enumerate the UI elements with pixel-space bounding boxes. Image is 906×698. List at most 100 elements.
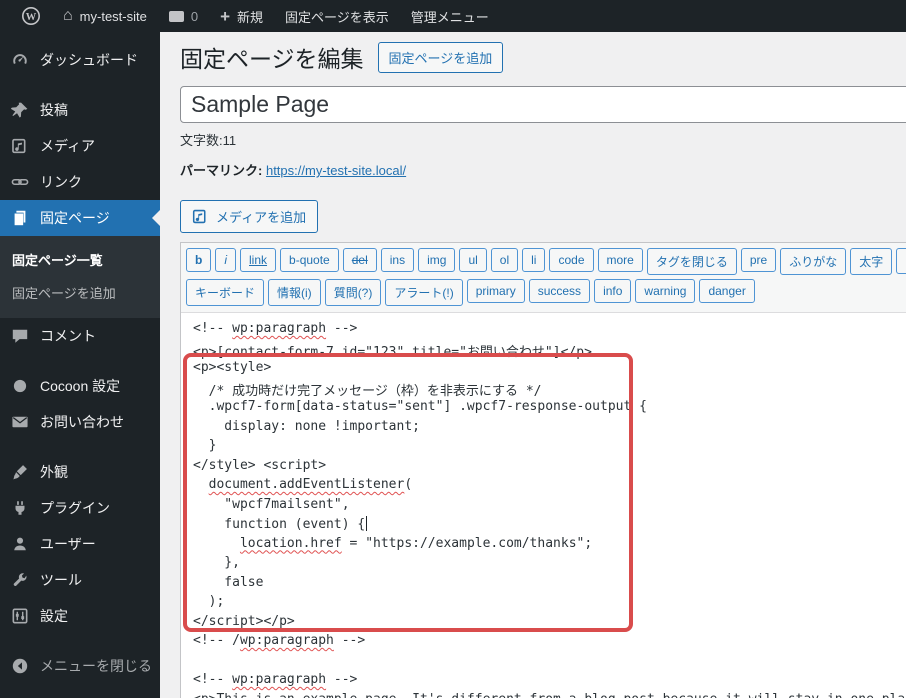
wordpress-logo-icon[interactable]: W bbox=[10, 0, 52, 32]
circle-icon bbox=[10, 376, 30, 396]
pages-icon bbox=[10, 208, 30, 228]
sidebar-item-pages[interactable]: 固定ページ bbox=[0, 200, 160, 236]
spellcheck-underline: wp:paragraph bbox=[232, 672, 327, 687]
collapse-icon bbox=[10, 656, 30, 676]
admin-bar-comments[interactable]: 0 bbox=[158, 0, 209, 32]
sidebar-item-label: 固定ページ bbox=[40, 210, 110, 226]
quicktag-button-clipped[interactable] bbox=[896, 248, 906, 274]
quicktag-button-質問(?)[interactable]: 質問(?) bbox=[324, 279, 382, 306]
quicktag-button-ol[interactable]: ol bbox=[490, 248, 519, 272]
admin-bar-new[interactable]: + 新規 bbox=[209, 0, 274, 32]
quicktag-button-i[interactable]: i bbox=[215, 248, 237, 272]
editor-line: "wpcf7mailsent", bbox=[193, 496, 350, 512]
quicktag-button-code[interactable]: code bbox=[549, 248, 594, 272]
quicktag-button-タグを閉じる[interactable]: タグを閉じる bbox=[646, 248, 737, 275]
toolbar-row-1: b i link b-quote del ins img ul ol li code more タグを閉… bbox=[186, 246, 906, 277]
editor-line: <!-- wp:paragraph --> bbox=[193, 321, 358, 336]
brush-icon bbox=[10, 462, 30, 482]
quicktag-button-ul[interactable]: ul bbox=[459, 248, 487, 272]
editor-line: </style> <script> bbox=[193, 457, 327, 473]
editor-line: display: none !important; bbox=[193, 418, 420, 434]
admin-bar: W ⌂ my-test-site 0 + 新規 固定ページを表示 管理メニュー bbox=[0, 0, 906, 32]
editor-line: ); bbox=[193, 594, 225, 609]
dashboard-icon bbox=[10, 50, 30, 70]
sidebar-item-pushpin[interactable]: 投稿 bbox=[0, 92, 160, 128]
sidebar-item-settings[interactable]: 設定 bbox=[0, 598, 160, 634]
sidebar-item-plug[interactable]: プラグイン bbox=[0, 490, 160, 526]
plug-icon bbox=[10, 498, 30, 518]
admin-sidebar: ダッシュボード 投稿 メディアリンク固定ページ固定ページ一覧 固定ページを追加コメント… bbox=[0, 32, 160, 698]
quicktag-button-情報(i)[interactable]: 情報(i) bbox=[268, 279, 321, 306]
quicktag-button-li[interactable]: li bbox=[522, 248, 546, 272]
permalink-link[interactable]: https://my-test-site.local/ bbox=[266, 163, 406, 178]
quicktag-button-info[interactable]: info bbox=[594, 279, 632, 303]
quicktag-button-ふりがな[interactable]: ふりがな bbox=[780, 248, 847, 275]
sidebar-item-user[interactable]: ユーザー bbox=[0, 526, 160, 562]
links-icon bbox=[10, 172, 30, 192]
editor-textarea[interactable]: <!-- wp:paragraph --> <p>[contact-form-7 … bbox=[181, 313, 906, 698]
submenu-item[interactable]: 固定ページ一覧 bbox=[0, 243, 160, 276]
sidebar-item-label: Cocoon 設定 bbox=[40, 378, 121, 394]
sidebar-item-links[interactable]: リンク bbox=[0, 164, 160, 200]
quicktag-button-link[interactable]: link bbox=[240, 248, 277, 272]
sidebar-item-label: プラグイン bbox=[40, 500, 110, 516]
media-icon bbox=[10, 136, 30, 156]
sidebar-item-label: コメント bbox=[40, 328, 96, 344]
sidebar-item-wrench[interactable]: ツール bbox=[0, 562, 160, 598]
editor-line: .wpcf7-form[data-status="sent"] .wpcf7-r… bbox=[193, 399, 647, 414]
sidebar-item-label: ツール bbox=[40, 572, 82, 588]
editor-line: } bbox=[193, 438, 217, 453]
admin-bar-site-menu[interactable]: ⌂ my-test-site bbox=[52, 0, 158, 32]
editor-line: <p>[contact-form-7 id="123" title="お問い合わ… bbox=[193, 344, 592, 360]
sidebar-item-label: お問い合わせ bbox=[40, 414, 124, 430]
admin-menu-label: 管理メニュー bbox=[410, 9, 489, 25]
post-title-input[interactable] bbox=[180, 86, 906, 123]
admin-bar-admin-menu[interactable]: 管理メニュー bbox=[400, 0, 500, 32]
new-label: 新規 bbox=[237, 9, 264, 25]
sidebar-item-label: ユーザー bbox=[40, 536, 96, 552]
permalink-label: パーマリンク: bbox=[180, 163, 263, 178]
spellcheck-underline: document.addEventListener bbox=[208, 477, 405, 492]
quicktag-button-del[interactable]: del bbox=[342, 248, 377, 272]
quicktag-button-warning[interactable]: warning bbox=[635, 279, 696, 303]
sidebar-item-label: リンク bbox=[40, 174, 82, 190]
quicktag-button-b-quote[interactable]: b-quote bbox=[280, 248, 339, 272]
quicktag-button-太字[interactable]: 太字 bbox=[850, 248, 893, 275]
quicktag-button-pre[interactable]: pre bbox=[740, 248, 777, 272]
sidebar-item-label: メニューを閉じる bbox=[40, 658, 152, 674]
quicktag-button-img[interactable]: img bbox=[418, 248, 456, 272]
sidebar-item-label: 外観 bbox=[40, 464, 68, 480]
editor-line: <p><style> bbox=[193, 360, 272, 375]
quicktag-button-success[interactable]: success bbox=[528, 279, 591, 303]
sidebar-item-dashboard[interactable]: ダッシュボード bbox=[0, 42, 160, 78]
quicktag-button-アラート(!)[interactable]: アラート(!) bbox=[385, 279, 463, 306]
admin-bar-view-page[interactable]: 固定ページを表示 bbox=[274, 0, 400, 32]
add-page-button[interactable]: 固定ページを追加 bbox=[377, 41, 504, 73]
site-name: my-test-site bbox=[79, 8, 147, 24]
sidebar-item-comment[interactable]: コメント bbox=[0, 318, 160, 354]
sidebar-item-collapse[interactable]: メニューを閉じる bbox=[0, 648, 160, 684]
quicktag-button-more[interactable]: more bbox=[597, 248, 643, 272]
page-title: 固定ページを編集 bbox=[180, 46, 364, 72]
permalink-row: パーマリンク: https://my-test-site.local/ bbox=[180, 160, 906, 179]
quicktag-button-danger[interactable]: danger bbox=[699, 279, 755, 303]
quicktag-button-b[interactable]: b bbox=[186, 248, 212, 272]
quicktag-button-キーボード[interactable]: キーボード bbox=[186, 279, 265, 306]
sidebar-item-envelope[interactable]: お問い合わせ bbox=[0, 404, 160, 440]
sidebar-item-media[interactable]: メディア bbox=[0, 128, 160, 164]
pages-submenu: 固定ページ一覧 固定ページを追加 bbox=[0, 236, 160, 318]
home-icon: ⌂ bbox=[63, 7, 73, 24]
submenu-item[interactable]: 固定ページを追加 bbox=[0, 276, 160, 309]
editor-line: /* 成功時だけ完了メッセージ（枠）を非表示にする */ bbox=[193, 383, 542, 399]
user-icon bbox=[10, 534, 30, 554]
sidebar-item-circle[interactable]: Cocoon 設定 bbox=[0, 368, 160, 404]
editor-line: false bbox=[193, 574, 264, 590]
add-media-button[interactable]: メディアを追加 bbox=[180, 200, 319, 233]
quicktag-button-primary[interactable]: primary bbox=[466, 279, 525, 303]
sidebar-item-brush[interactable]: 外観 bbox=[0, 454, 160, 490]
character-count: 文字数:11 bbox=[180, 133, 237, 148]
editor-line: <!-- wp:paragraph --> bbox=[193, 672, 358, 687]
quicktag-button-ins[interactable]: ins bbox=[380, 248, 415, 272]
editor-line: </script></p> bbox=[193, 613, 295, 629]
comment-bubble-icon bbox=[168, 10, 184, 22]
